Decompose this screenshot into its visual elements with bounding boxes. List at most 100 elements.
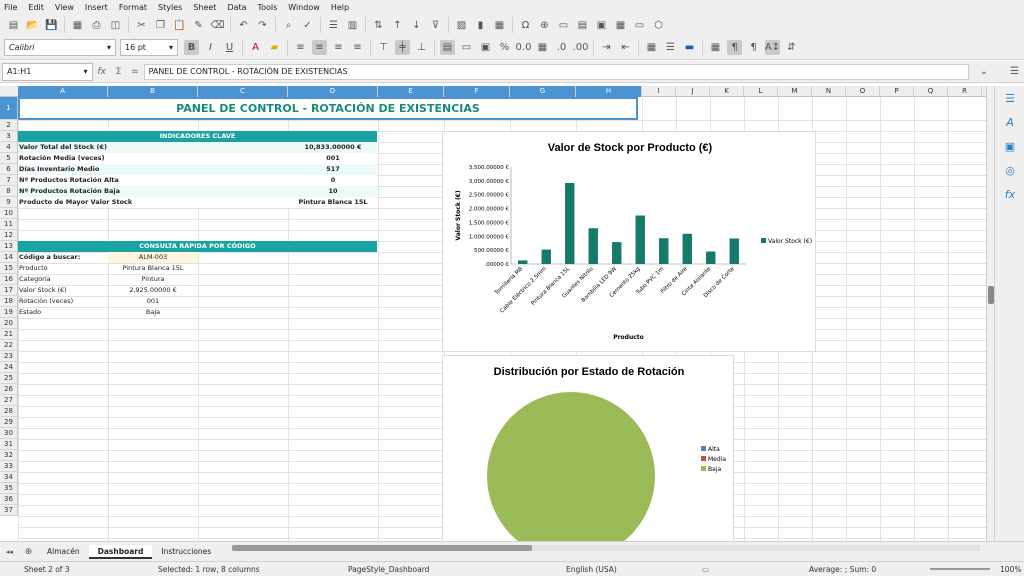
vertical-scrollbar[interactable] (986, 86, 994, 541)
column-header[interactable]: R (948, 86, 982, 97)
row-header[interactable]: 26 (0, 384, 17, 395)
add-decimal-icon[interactable]: .0 (554, 40, 569, 55)
language[interactable]: English (USA) (566, 565, 617, 574)
bar[interactable] (541, 249, 551, 264)
center-vertically-icon[interactable]: ╪ (395, 40, 410, 55)
row-header[interactable]: 30 (0, 428, 17, 439)
kpi-value[interactable]: 0 (288, 175, 378, 186)
sum-icon[interactable]: Σ (116, 67, 122, 77)
column-header[interactable]: J (676, 86, 710, 97)
vertical-text-icon[interactable]: ⇵ (784, 40, 799, 55)
bar[interactable] (706, 251, 716, 264)
menu-item[interactable]: Styles (158, 3, 182, 12)
row-header[interactable]: 15 (0, 263, 17, 274)
merge-center-icon[interactable]: ▭ (459, 40, 474, 55)
spelling-icon[interactable]: ✓ (300, 18, 315, 33)
function-wizard-icon[interactable]: fx (97, 67, 106, 77)
align-center-icon[interactable]: ≡ (312, 40, 327, 55)
navigator-icon[interactable]: ◎ (995, 158, 1024, 182)
row-header[interactable]: 22 (0, 340, 17, 351)
row-header[interactable]: 35 (0, 483, 17, 494)
redo-icon[interactable]: ↷ (255, 18, 270, 33)
italic-icon[interactable]: I (203, 40, 218, 55)
kpi-value[interactable]: 517 (288, 164, 378, 175)
row-headers[interactable]: 1 2 3 4 5 6 7 8 9 10 11 12 13 14 15 16 17 18 19 20 21 22 23 24 2… (0, 97, 18, 516)
menu-item[interactable]: View (55, 3, 74, 12)
bar[interactable] (659, 238, 669, 264)
bar[interactable] (729, 238, 739, 264)
row-header[interactable]: 7 (0, 175, 17, 186)
column-icon[interactable]: ▥ (345, 18, 360, 33)
date-format-icon[interactable]: ▦ (535, 40, 550, 55)
split-window-icon[interactable]: ▭ (632, 18, 647, 33)
row-header[interactable]: 36 (0, 494, 17, 505)
clone-format-icon[interactable]: ✎ (191, 18, 206, 33)
row-header[interactable]: 6 (0, 164, 17, 175)
row-header[interactable]: 27 (0, 395, 17, 406)
font-size-box[interactable]: 16 pt ▾ (120, 39, 178, 56)
special-character-icon[interactable]: Ω (518, 18, 533, 33)
autofilter-icon[interactable]: ⊽ (428, 18, 443, 33)
font-color-icon[interactable]: A (248, 40, 263, 55)
underline-icon[interactable]: U (222, 40, 237, 55)
column-header[interactable]: D (288, 86, 378, 97)
menu-item[interactable]: Insert (85, 3, 108, 12)
bar[interactable] (612, 242, 622, 264)
gallery-icon[interactable]: ▣ (995, 134, 1024, 158)
kpi-value[interactable]: 10 (288, 186, 378, 197)
decimal-number-icon[interactable]: 0.0 (516, 40, 532, 55)
insert-chart-icon[interactable]: ▮ (473, 18, 488, 33)
column-header[interactable]: B (108, 86, 198, 97)
row-icon[interactable]: ☰ (326, 18, 341, 33)
row-header[interactable]: 21 (0, 329, 17, 340)
menu-item[interactable]: Format (119, 3, 147, 12)
row-header[interactable]: 2 (0, 120, 17, 131)
row-header[interactable]: 24 (0, 362, 17, 373)
insert-image-icon[interactable]: ▨ (454, 18, 469, 33)
sheet-tab[interactable]: Instrucciones (152, 545, 220, 559)
column-header[interactable]: L (744, 86, 778, 97)
right-to-left-icon[interactable]: ¶ (746, 40, 761, 55)
decrease-indent-icon[interactable]: ⇤ (618, 40, 633, 55)
bar[interactable] (565, 182, 575, 264)
bar[interactable] (588, 228, 598, 264)
formula-icon[interactable]: = (131, 67, 139, 77)
search-code-input[interactable]: ALM-003 (108, 252, 198, 263)
paste-icon[interactable]: 📋 (172, 18, 187, 33)
show-draw-functions-icon[interactable]: ⬡ (651, 18, 666, 33)
copy-icon[interactable]: ❐ (153, 18, 168, 33)
column-header[interactable]: N (812, 86, 846, 97)
undo-icon[interactable]: ↶ (236, 18, 251, 33)
increase-indent-icon[interactable]: ⇥ (599, 40, 614, 55)
functions-icon[interactable]: fx (995, 182, 1024, 206)
kpi-value[interactable]: Pintura Blanca 15L (288, 197, 378, 208)
export-pdf-icon[interactable]: ▦ (70, 18, 85, 33)
column-header[interactable]: A (18, 86, 108, 97)
bold-icon[interactable]: B (184, 40, 199, 55)
row-header[interactable]: 33 (0, 461, 17, 472)
name-box[interactable]: A1:H1 ▾ (2, 62, 93, 81)
dashboard-title[interactable]: PANEL DE CONTROL - ROTACIÓN DE EXISTENCI… (18, 97, 638, 120)
row-header[interactable]: 20 (0, 318, 17, 329)
row-header[interactable]: 14 (0, 252, 17, 263)
align-bottom-icon[interactable]: ⊥ (414, 40, 429, 55)
kpi-value[interactable]: 001 (288, 153, 378, 164)
zoom-level[interactable]: 100% (1000, 565, 1021, 574)
column-header[interactable]: K (710, 86, 744, 97)
row-header[interactable]: 4 (0, 142, 17, 153)
save-icon[interactable]: 💾 (44, 18, 59, 33)
menu-item[interactable]: File (4, 3, 17, 12)
cell-area[interactable]: PANEL DE CONTROL - ROTACIÓN DE EXISTENCI… (18, 97, 986, 541)
row-header[interactable]: 9 (0, 197, 17, 208)
scroll-first-sheet-icon[interactable]: ◂◂ (2, 544, 17, 559)
row-header[interactable]: 5 (0, 153, 17, 164)
conditional-format-icon[interactable]: ▦ (708, 40, 723, 55)
properties-icon[interactable]: ☰ (995, 86, 1024, 110)
cut-icon[interactable]: ✂ (134, 18, 149, 33)
highlight-color-icon[interactable]: ▰ (267, 40, 282, 55)
row-header[interactable]: 29 (0, 417, 17, 428)
comment-icon[interactable]: ▭ (556, 18, 571, 33)
row-header[interactable]: 12 (0, 230, 17, 241)
row-header[interactable]: 32 (0, 450, 17, 461)
bar-chart[interactable]: Valor de Stock por Producto (€) 3,500.000… (442, 131, 816, 352)
